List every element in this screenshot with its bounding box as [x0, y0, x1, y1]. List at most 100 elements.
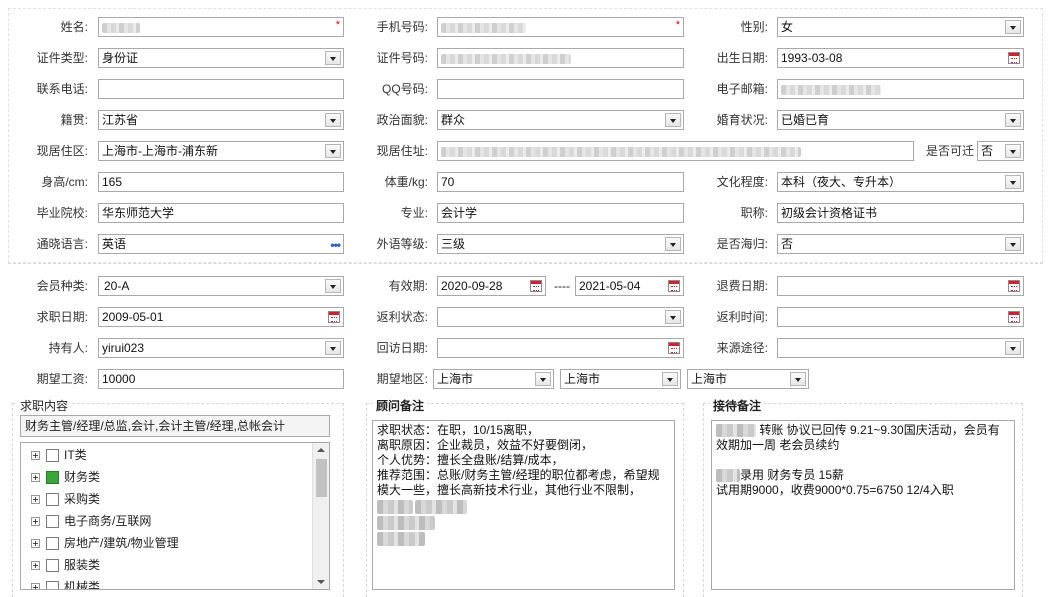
- returnee-select[interactable]: 否: [777, 234, 1024, 254]
- member-type-select[interactable]: 20-A: [98, 276, 344, 296]
- tree-item[interactable]: 采购类: [21, 488, 329, 510]
- native-place-select[interactable]: 江苏省: [98, 110, 344, 130]
- chevron-down-icon[interactable]: [325, 341, 341, 355]
- expand-icon[interactable]: [31, 539, 40, 549]
- expand-icon[interactable]: [31, 583, 40, 589]
- height-field[interactable]: 165: [98, 172, 344, 192]
- chevron-down-icon[interactable]: [1005, 175, 1021, 189]
- job-category-tree[interactable]: IT类 财务类 采购类 电子商务/互联网 房地产/建筑/物业管理 服装类 机械类: [20, 442, 330, 590]
- expected-salary-value: 10000: [102, 372, 136, 386]
- category-checkbox[interactable]: [46, 581, 59, 589]
- expand-icon[interactable]: [31, 473, 40, 483]
- mobile-label: 手机号码:: [376, 20, 428, 34]
- chevron-down-icon[interactable]: [325, 51, 341, 65]
- category-checkbox[interactable]: [46, 449, 59, 463]
- validity-start-field[interactable]: 2020-09-28: [437, 276, 546, 296]
- weight-field[interactable]: 70: [437, 172, 684, 192]
- rebate-status-select[interactable]: [437, 307, 684, 327]
- calendar-icon[interactable]: [1008, 311, 1020, 323]
- advisor-notes-textarea[interactable]: 求职状态：在职，10/15离职， 离职原因：企业裁员，效益不好要倒闭， 个人优势…: [372, 420, 675, 590]
- current-address-field[interactable]: [437, 141, 914, 161]
- marital-status-select[interactable]: 已婚已育: [777, 110, 1024, 130]
- chevron-down-icon[interactable]: [535, 372, 551, 386]
- chevron-down-icon[interactable]: [1005, 113, 1021, 127]
- chevron-down-icon[interactable]: [325, 113, 341, 127]
- relocatable-select[interactable]: 否: [977, 141, 1024, 161]
- chevron-down-icon[interactable]: [665, 237, 681, 251]
- region-district-value: 上海市: [691, 372, 728, 386]
- name-field[interactable]: *: [98, 17, 344, 37]
- more-icon[interactable]: •••: [330, 236, 341, 253]
- scroll-down-icon[interactable]: [313, 575, 329, 589]
- category-checkbox[interactable]: [46, 493, 59, 507]
- category-checkbox[interactable]: [46, 515, 59, 529]
- expected-salary-label: 期望工资:: [36, 372, 88, 386]
- chevron-down-icon[interactable]: [665, 310, 681, 324]
- education-select[interactable]: 本科（夜大、专升本）: [777, 172, 1024, 192]
- visit-date-field[interactable]: [437, 338, 684, 358]
- current-address-label: 现居住址:: [376, 144, 428, 158]
- category-checkbox[interactable]: [46, 559, 59, 573]
- scroll-up-icon[interactable]: [313, 443, 329, 457]
- region-city-value: 上海市: [564, 372, 601, 386]
- expand-icon[interactable]: [31, 517, 40, 527]
- current-area-select[interactable]: 上海市-上海市-浦东新: [98, 141, 344, 161]
- calendar-icon[interactable]: [1008, 280, 1020, 292]
- category-checkbox[interactable]: [46, 471, 59, 485]
- tree-item[interactable]: IT类: [21, 444, 329, 466]
- expected-salary-field[interactable]: 10000: [98, 369, 344, 389]
- category-checkbox[interactable]: [46, 537, 59, 551]
- rebate-time-field[interactable]: [777, 307, 1024, 327]
- expand-icon[interactable]: [31, 451, 40, 461]
- contact-phone-field[interactable]: [98, 79, 344, 99]
- qq-field[interactable]: [437, 79, 684, 99]
- calendar-icon[interactable]: [530, 280, 542, 292]
- tree-item[interactable]: 服装类: [21, 554, 329, 576]
- political-status-select[interactable]: 群众: [437, 110, 684, 130]
- job-date-field[interactable]: 2009-05-01: [98, 307, 344, 327]
- tree-item[interactable]: 机械类: [21, 576, 329, 589]
- chevron-down-icon[interactable]: [665, 113, 681, 127]
- birth-date-field[interactable]: 1993-03-08: [777, 48, 1024, 68]
- id-number-field[interactable]: [437, 48, 684, 68]
- chevron-down-icon[interactable]: [790, 372, 806, 386]
- validity-end-field[interactable]: 2021-05-04: [575, 276, 684, 296]
- calendar-icon[interactable]: [668, 280, 680, 292]
- calendar-icon[interactable]: [328, 311, 340, 323]
- expand-icon[interactable]: [31, 495, 40, 505]
- calendar-icon[interactable]: [1008, 52, 1020, 64]
- chevron-down-icon[interactable]: [325, 279, 341, 293]
- holder-select[interactable]: yirui023: [98, 338, 344, 358]
- chevron-down-icon[interactable]: [325, 144, 341, 158]
- language-field[interactable]: 英语 •••: [98, 234, 344, 254]
- calendar-icon[interactable]: [668, 342, 680, 354]
- tree-item[interactable]: 电子商务/互联网: [21, 510, 329, 532]
- email-field[interactable]: [777, 79, 1024, 99]
- tree-item[interactable]: 财务类: [21, 466, 329, 488]
- tree-item[interactable]: 房地产/建筑/物业管理: [21, 532, 329, 554]
- foreign-level-select[interactable]: 三级: [437, 234, 684, 254]
- chevron-down-icon[interactable]: [1005, 20, 1021, 34]
- professional-title-field[interactable]: 初级会计资格证书: [777, 203, 1024, 223]
- major-field[interactable]: 会计学: [437, 203, 684, 223]
- chevron-down-icon[interactable]: [1005, 144, 1021, 158]
- tree-scrollbar[interactable]: [312, 443, 329, 589]
- reception-note-line: 效期加一周 老会员续约: [716, 438, 840, 452]
- expand-icon[interactable]: [31, 561, 40, 571]
- validity-start-value: 2020-09-28: [441, 279, 503, 293]
- expected-region-district-select[interactable]: 上海市: [687, 369, 809, 389]
- chevron-down-icon[interactable]: [1005, 341, 1021, 355]
- reception-notes-textarea[interactable]: 转账 协议已回传 9.21~9.30国庆活动，会员有 效期加一周 老会员续约 录…: [711, 420, 1015, 590]
- school-value: 华东师范大学: [102, 206, 175, 220]
- scroll-thumb[interactable]: [316, 459, 327, 497]
- chevron-down-icon[interactable]: [662, 372, 678, 386]
- id-type-select[interactable]: 身份证: [98, 48, 344, 68]
- refund-date-field[interactable]: [777, 276, 1024, 296]
- expected-region-city-select[interactable]: 上海市: [560, 369, 681, 389]
- gender-select[interactable]: 女: [777, 17, 1024, 37]
- mobile-field[interactable]: *: [437, 17, 684, 37]
- expected-region-province-select[interactable]: 上海市: [433, 369, 554, 389]
- source-select[interactable]: [777, 338, 1024, 358]
- school-field[interactable]: 华东师范大学: [98, 203, 344, 223]
- chevron-down-icon[interactable]: [1005, 237, 1021, 251]
